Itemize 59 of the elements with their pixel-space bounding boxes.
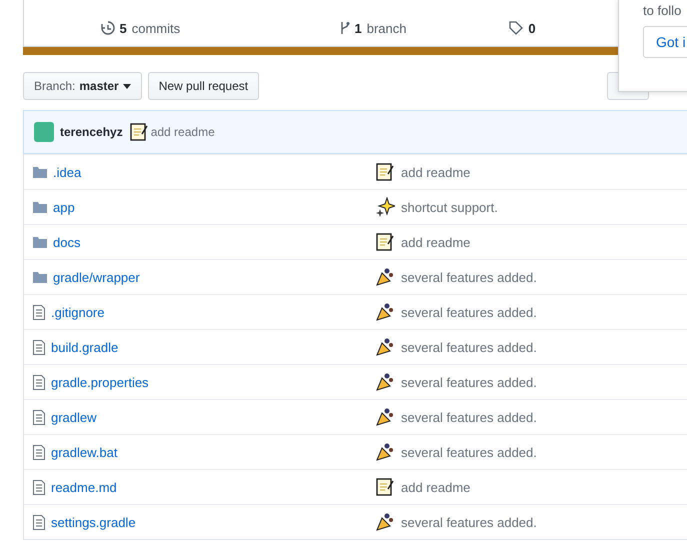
history-icon (100, 21, 115, 35)
file-link[interactable]: gradlew (51, 410, 97, 424)
commit-message[interactable]: several features added. (401, 514, 537, 530)
file-link[interactable]: build.gradle (51, 340, 118, 354)
commit-message[interactable]: several features added. (401, 410, 537, 424)
branch-icon (340, 21, 350, 35)
party-popper-icon (375, 337, 395, 357)
file-icon (33, 480, 45, 494)
party-popper-icon (375, 442, 395, 462)
branch-select[interactable]: Branch: master (23, 72, 142, 100)
party-popper-icon (375, 512, 395, 532)
popover-text: to follo (643, 3, 682, 18)
file-link[interactable]: .gitignore (51, 304, 104, 320)
file-link[interactable]: settings.gradle (51, 514, 136, 530)
file-link[interactable]: gradle/wrapper (53, 270, 140, 284)
party-popper-icon (375, 407, 395, 427)
tag-icon (509, 21, 524, 35)
commit-message[interactable]: add readme (150, 125, 215, 139)
party-popper-icon (375, 372, 395, 392)
file-link[interactable]: gradle.properties (51, 374, 149, 390)
file-link[interactable]: app (53, 200, 75, 214)
new-pull-request-button[interactable]: New pull request (148, 72, 260, 100)
commits-link[interactable]: 5 commits (100, 20, 180, 36)
commit-message[interactable]: several features added. (401, 340, 537, 354)
commit-message[interactable]: add readme (401, 164, 470, 180)
memo-icon (375, 477, 395, 497)
file-link[interactable]: gradlew.bat (51, 444, 118, 460)
commit-author[interactable]: terencehyz (60, 125, 123, 139)
memo-icon (128, 122, 149, 142)
file-link[interactable]: readme.md (51, 480, 117, 494)
commit-message[interactable]: add readme (401, 480, 470, 494)
avatar (34, 122, 54, 142)
memo-icon (375, 162, 395, 182)
folder-icon (33, 201, 47, 213)
branches-link[interactable]: 1 branch (340, 20, 406, 36)
folder-icon (33, 166, 47, 178)
folder-icon (33, 236, 47, 248)
file-icon (33, 514, 45, 530)
file-link[interactable]: docs (53, 234, 80, 250)
commit-message[interactable]: several features added. (401, 374, 537, 390)
got-it-button[interactable]: Got i (643, 26, 687, 58)
file-icon (33, 444, 45, 460)
commit-message[interactable]: several features added. (401, 270, 537, 284)
party-popper-icon (375, 302, 395, 322)
commit-message[interactable]: several features added. (401, 304, 537, 320)
file-icon (33, 304, 45, 320)
file-icon (33, 340, 45, 354)
memo-icon (375, 232, 395, 252)
party-popper-icon (375, 267, 395, 287)
commit-message[interactable]: several features added. (401, 444, 537, 460)
caret-icon (122, 84, 131, 88)
folder-icon (33, 271, 47, 283)
commit-message[interactable]: shortcut support. (401, 200, 498, 214)
file-icon (33, 410, 45, 424)
file-icon (33, 374, 45, 390)
tags-link[interactable]: 0 (509, 20, 536, 36)
sparkles-icon (375, 197, 395, 217)
commit-message[interactable]: add readme (401, 234, 470, 250)
file-link[interactable]: .idea (53, 164, 82, 180)
